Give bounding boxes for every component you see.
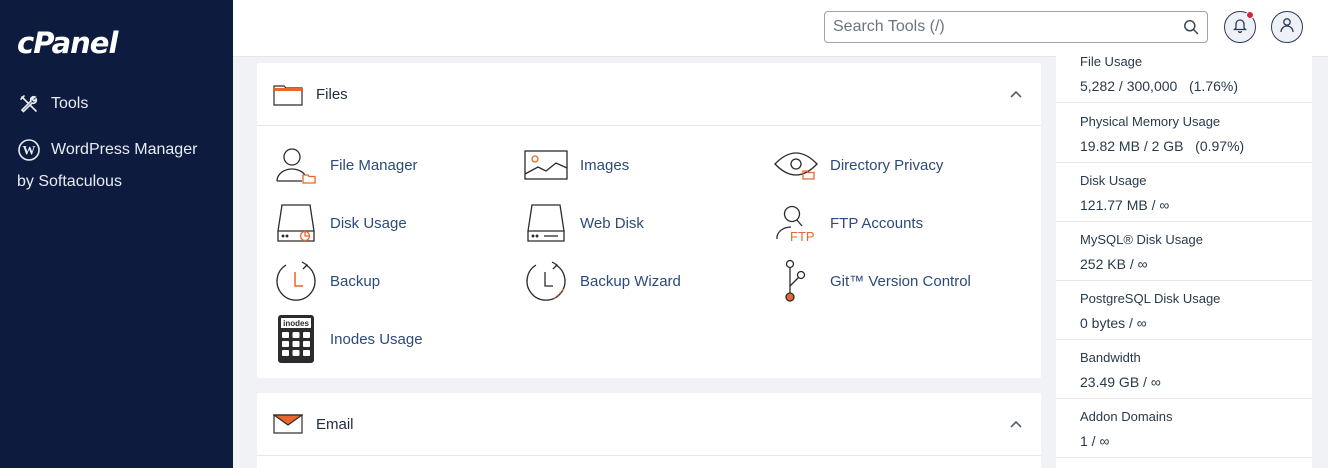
stat-postgresql-disk-usage: PostgreSQL Disk Usage 0 bytes / ∞ xyxy=(1056,281,1312,340)
tool-label: Web Disk xyxy=(580,214,644,232)
files-panel: Files File Manager Images Directory Priv… xyxy=(257,63,1041,378)
stat-label: Disk Usage xyxy=(1080,173,1147,188)
tool-label: Git™ Version Control xyxy=(830,272,971,290)
stat-label: MySQL® Disk Usage xyxy=(1080,232,1203,247)
stat-value: 1 / ∞ xyxy=(1080,433,1110,449)
statistics-panel: File Usage 5,282 / 300,000 (1.76%) Physi… xyxy=(1056,44,1312,468)
tool-label: Images xyxy=(580,156,630,174)
tool-directory-privacy[interactable]: Directory Privacy xyxy=(774,143,943,187)
tool-disk-usage[interactable]: Disk Usage xyxy=(274,201,407,245)
tools-icon xyxy=(18,93,40,115)
tool-label: Backup Wizard xyxy=(580,272,681,290)
sidebar-item-tools[interactable]: Tools xyxy=(18,93,88,115)
bell-icon xyxy=(1232,17,1248,38)
stat-file-usage: File Usage 5,282 / 300,000 (1.76%) xyxy=(1056,44,1312,103)
tool-images[interactable]: Images xyxy=(524,143,629,187)
tool-label: Inodes Usage xyxy=(330,330,423,348)
directory-privacy-icon xyxy=(774,143,818,187)
tool-ftp-accounts[interactable]: FTP FTP Accounts xyxy=(774,201,923,245)
sidebar-item-sublabel[interactable]: by Softaculous xyxy=(17,173,122,191)
email-panel: Email xyxy=(257,393,1041,468)
stat-label: Bandwidth xyxy=(1080,350,1141,365)
ftp-accounts-icon: FTP xyxy=(774,201,818,245)
email-panel-header[interactable]: Email xyxy=(257,393,1041,456)
svg-text:FTP: FTP xyxy=(790,229,815,243)
folder-icon xyxy=(273,82,303,106)
stat-mysql-disk-usage: MySQL® Disk Usage 252 KB / ∞ xyxy=(1056,222,1312,281)
search-input[interactable] xyxy=(825,12,1165,42)
tool-inodes-usage[interactable]: inodes Inodes Usage xyxy=(274,315,423,363)
disk-usage-icon xyxy=(274,201,318,245)
stat-value: 5,282 / 300,000 (1.76%) xyxy=(1080,78,1238,94)
svg-text:W: W xyxy=(23,143,36,158)
wordpress-icon: W xyxy=(18,139,40,161)
stat-label: Physical Memory Usage xyxy=(1080,114,1221,129)
tool-label: File Manager xyxy=(330,156,418,174)
chevron-up-icon[interactable] xyxy=(1009,87,1023,101)
stat-disk-usage: Disk Usage 121.77 MB / ∞ xyxy=(1056,163,1312,222)
backup-icon xyxy=(274,259,318,303)
stat-bandwidth: Bandwidth 23.49 GB / ∞ xyxy=(1056,340,1312,399)
stat-label: PostgreSQL Disk Usage xyxy=(1080,291,1221,306)
stat-label: File Usage xyxy=(1080,54,1143,69)
images-icon xyxy=(524,143,568,187)
sidebar-item-label: WordPress Manager xyxy=(51,141,198,158)
tool-git-version-control[interactable]: Git™ Version Control xyxy=(774,259,971,303)
sidebar-item-label: Tools xyxy=(51,95,89,112)
web-disk-icon xyxy=(524,201,568,245)
inodes-icon: inodes xyxy=(274,315,318,363)
stat-value: 23.49 GB / ∞ xyxy=(1080,374,1161,390)
file-manager-icon xyxy=(274,143,318,187)
notifications-button[interactable] xyxy=(1224,11,1256,43)
tool-label: Directory Privacy xyxy=(830,156,944,174)
envelope-icon xyxy=(272,412,304,436)
stat-label: Addon Domains xyxy=(1080,409,1173,424)
backup-wizard-icon xyxy=(524,259,568,303)
cpanel-logo[interactable]: cPanel xyxy=(17,26,118,60)
files-panel-header[interactable]: Files xyxy=(257,63,1041,126)
panel-title: Files xyxy=(316,85,348,103)
inodes-icon-text: inodes xyxy=(283,319,309,328)
git-icon xyxy=(774,259,818,303)
stat-value: 0 bytes / ∞ xyxy=(1080,315,1147,331)
sidebar-item-wordpress-manager[interactable]: W WordPress Manager xyxy=(18,139,197,161)
sidebar: cPanel Tools W WordPress Manager by Soft… xyxy=(0,0,233,468)
tool-backup-wizard[interactable]: Backup Wizard xyxy=(524,259,681,303)
stat-value: 121.77 MB / ∞ xyxy=(1080,197,1170,213)
tool-label: Disk Usage xyxy=(330,214,407,232)
chevron-up-icon[interactable] xyxy=(1009,417,1023,431)
stat-physical-memory-usage: Physical Memory Usage 19.82 MB / 2 GB (0… xyxy=(1056,104,1312,163)
tool-file-manager[interactable]: File Manager xyxy=(274,143,418,187)
user-icon xyxy=(1280,17,1294,38)
notification-badge xyxy=(1246,11,1254,19)
stat-addon-domains: Addon Domains 1 / ∞ xyxy=(1056,399,1312,458)
search-icon[interactable] xyxy=(1183,19,1199,35)
tool-backup[interactable]: Backup xyxy=(274,259,380,303)
user-menu-button[interactable] xyxy=(1271,11,1303,43)
stat-value: 19.82 MB / 2 GB (0.97%) xyxy=(1080,138,1245,154)
tool-label: Backup xyxy=(330,272,381,290)
tool-label: FTP Accounts xyxy=(830,214,924,232)
panel-title: Email xyxy=(316,415,354,433)
search-box xyxy=(824,11,1208,43)
tool-web-disk[interactable]: Web Disk xyxy=(524,201,644,245)
stat-value: 252 KB / ∞ xyxy=(1080,256,1148,272)
